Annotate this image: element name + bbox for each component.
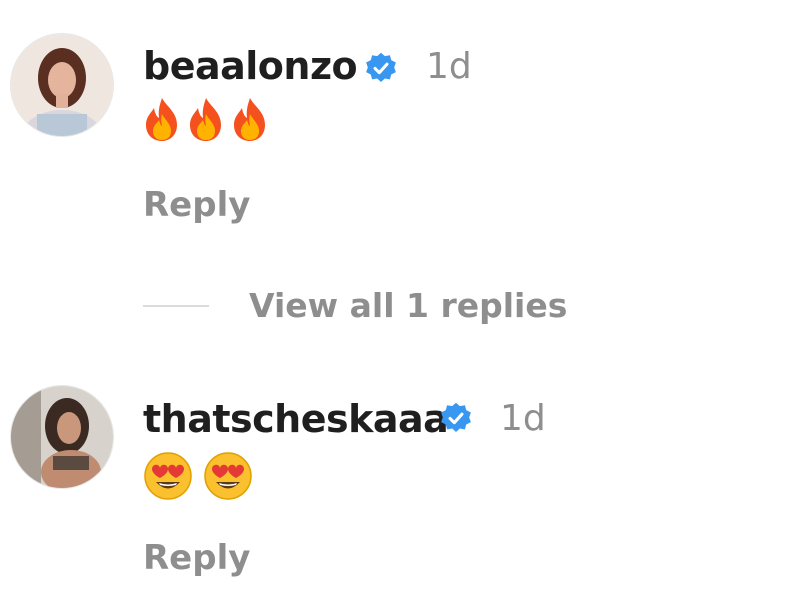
comment-username[interactable]: thatscheskaaa bbox=[143, 397, 449, 441]
verified-badge-icon bbox=[366, 52, 396, 82]
avatar-photo bbox=[11, 34, 113, 136]
comment-timestamp: 1d bbox=[500, 398, 546, 439]
reply-button[interactable]: Reply bbox=[143, 185, 250, 225]
fire-emoji bbox=[146, 98, 177, 141]
avatar-photo bbox=[11, 386, 113, 488]
heart-eyes-emoji bbox=[144, 452, 192, 500]
comment-text bbox=[143, 96, 269, 142]
view-replies-divider bbox=[143, 304, 209, 307]
comment-username[interactable]: beaalonzo bbox=[143, 44, 358, 88]
comment-text bbox=[143, 451, 253, 501]
view-replies-button[interactable]: View all 1 replies bbox=[143, 286, 567, 325]
reply-button[interactable]: Reply bbox=[143, 538, 250, 578]
view-replies-label: View all 1 replies bbox=[249, 286, 568, 325]
comment-timestamp: 1d bbox=[426, 46, 472, 87]
avatar[interactable] bbox=[10, 33, 114, 137]
avatar[interactable] bbox=[10, 385, 114, 489]
verified-badge-icon bbox=[441, 402, 471, 432]
fire-emoji bbox=[190, 98, 221, 141]
fire-emoji bbox=[234, 98, 265, 141]
heart-eyes-emoji bbox=[204, 452, 252, 500]
